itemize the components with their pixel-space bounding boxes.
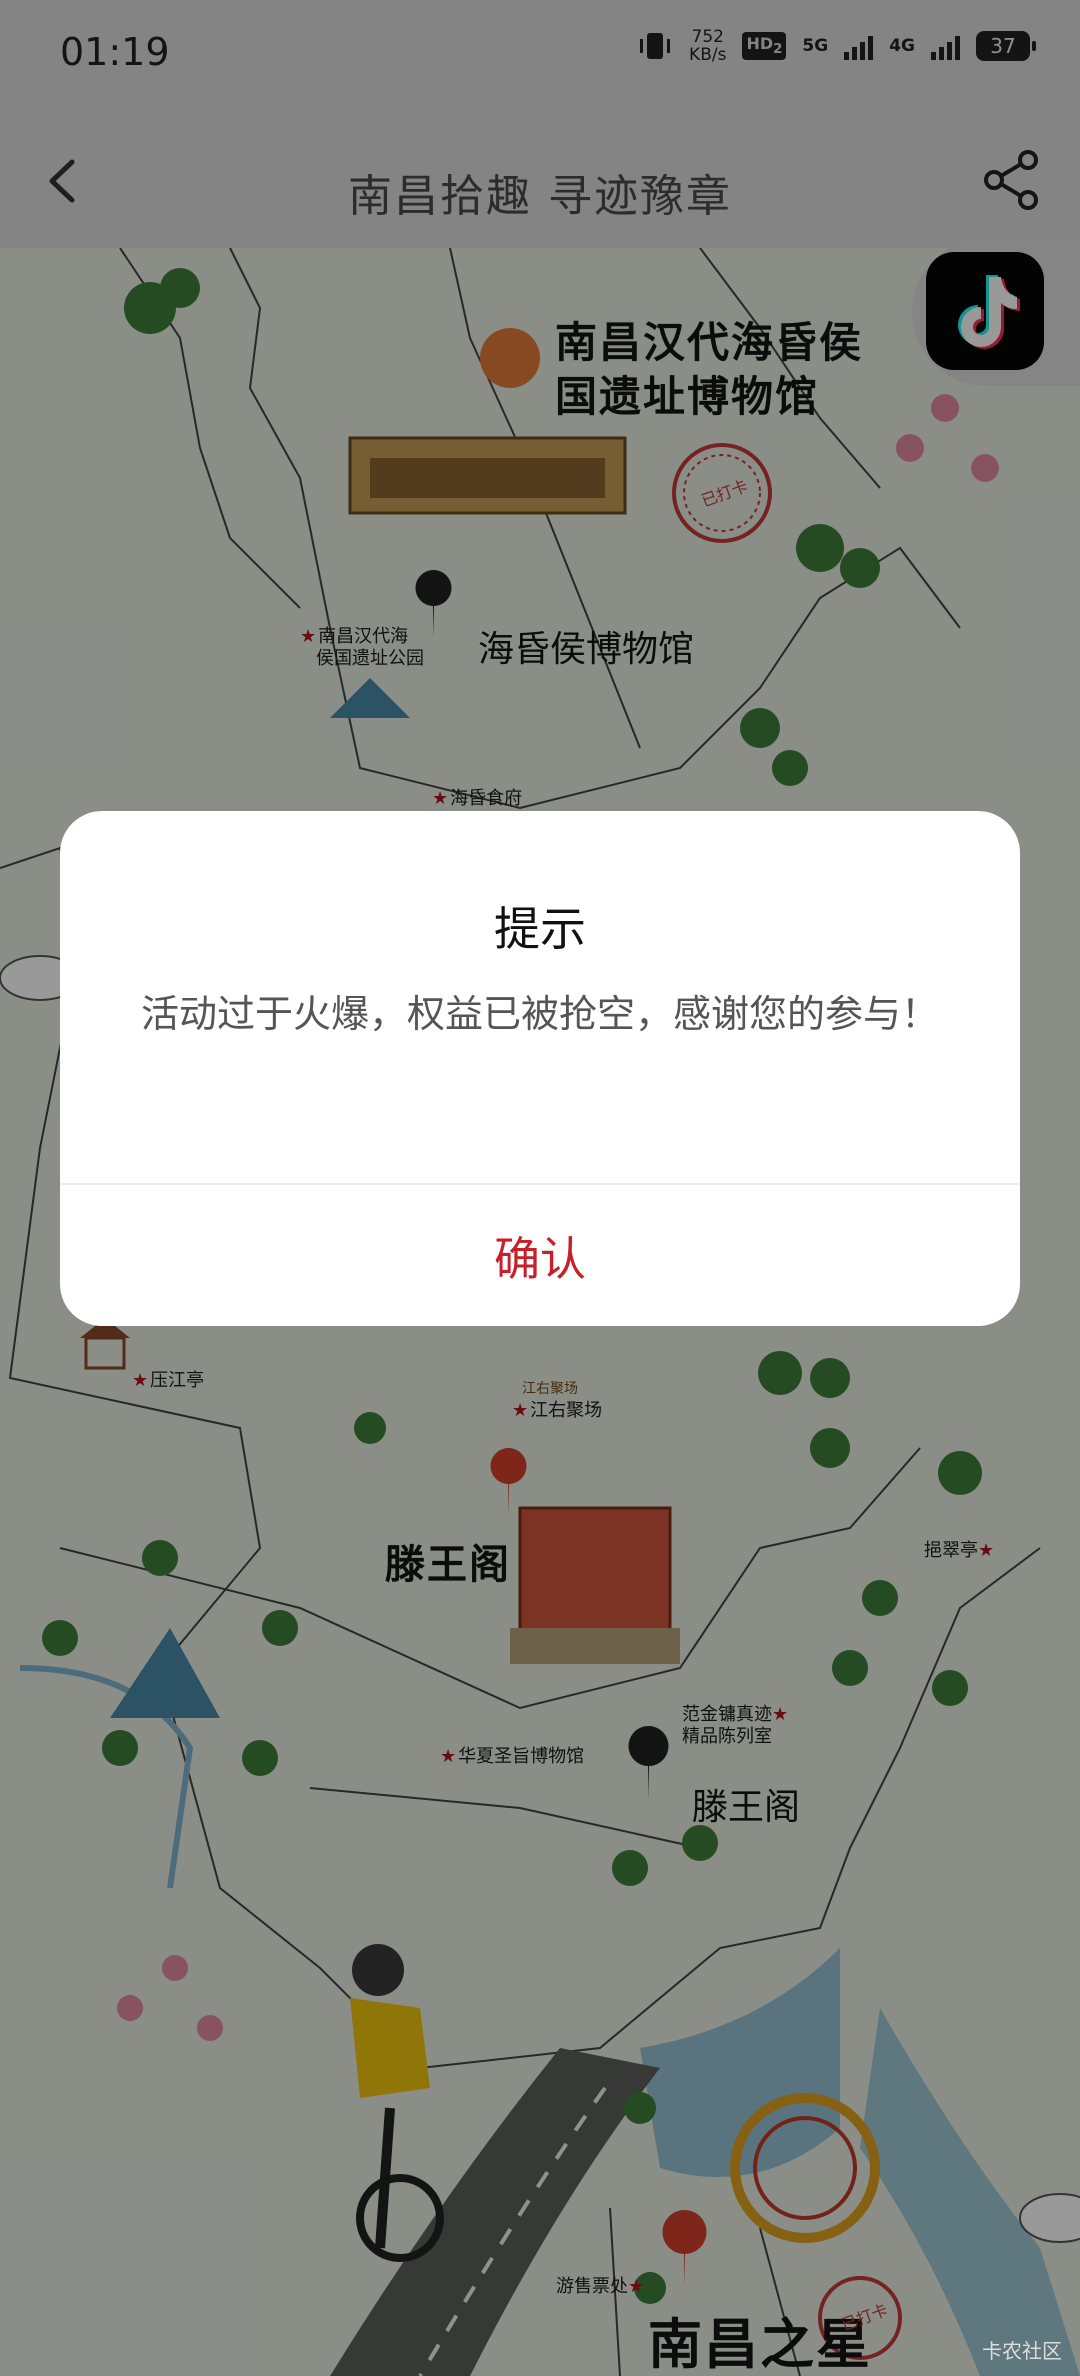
app-root: 01:19 752 KB/s HD2 5G 4G 37 南昌拾趣 寻迹豫章 南昌… [0,0,1080,2376]
confirm-button[interactable]: 确认 [60,1185,1020,1326]
alert-dialog: 提示 活动过于火爆，权益已被抢空，感谢您的参与！ 确认 [60,811,1020,1326]
dialog-title: 提示 [494,902,586,956]
watermark: 卡农社区 [982,2339,1062,2363]
dialog-message: 活动过于火爆，权益已被抢空，感谢您的参与！ [140,992,939,1036]
